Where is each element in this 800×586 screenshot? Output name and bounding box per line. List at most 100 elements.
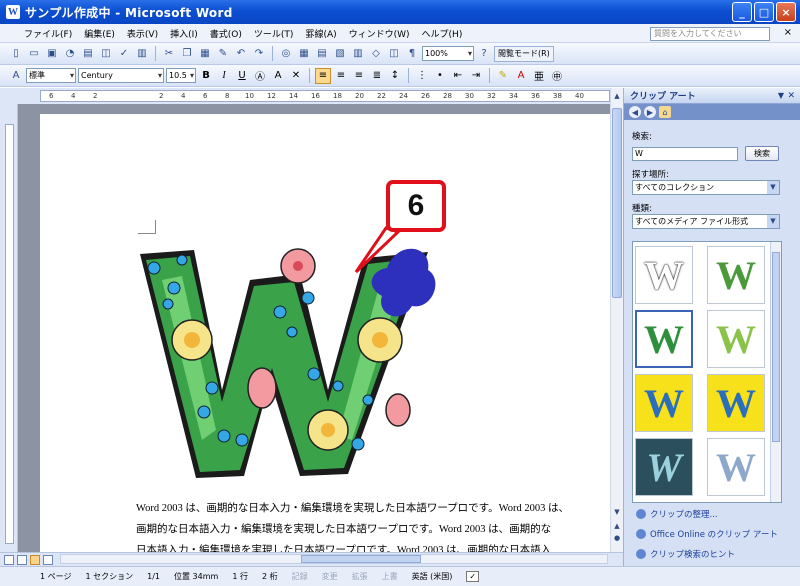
permission-icon[interactable]: ◔ — [62, 46, 78, 62]
numbering-icon[interactable]: ⋮ — [414, 68, 430, 84]
format-painter-icon[interactable]: ✎ — [215, 46, 231, 62]
clipart-result-yellow-w[interactable]: W — [635, 374, 693, 432]
clipart-search-input[interactable]: W — [632, 147, 738, 161]
char-shading-icon[interactable]: A — [270, 68, 286, 84]
close-button[interactable]: × — [776, 2, 796, 22]
word-app-icon[interactable]: W — [6, 5, 20, 19]
clipart-result-selected-w[interactable]: W — [635, 310, 693, 368]
previous-page-icon[interactable]: ▲ — [612, 522, 622, 532]
document-map-icon[interactable]: ◫ — [386, 46, 402, 62]
gallery-scrollbar[interactable] — [770, 242, 781, 502]
zoom-select[interactable]: 100% — [422, 46, 474, 61]
print-preview-icon[interactable]: ◫ — [98, 46, 114, 62]
copy-icon[interactable]: ❐ — [179, 46, 195, 62]
clipart-result-yellow-w-2[interactable]: W — [707, 374, 765, 432]
line-spacing-icon[interactable]: ↕ — [387, 68, 403, 84]
drawing-icon[interactable]: ◇ — [368, 46, 384, 62]
help-search-input[interactable]: 質問を入力してください — [650, 27, 770, 41]
menu-format[interactable]: 書式(O) — [204, 27, 248, 40]
status-ext[interactable]: 拡張 — [352, 571, 368, 582]
menu-help[interactable]: ヘルプ(H) — [416, 27, 469, 40]
h-scroll-thumb[interactable] — [301, 555, 421, 563]
outline-view-icon[interactable] — [43, 554, 53, 565]
show-hide-icon[interactable]: ¶ — [404, 46, 420, 62]
clipart-result-leafy-w[interactable]: W — [707, 310, 765, 368]
underline-button[interactable]: U — [234, 68, 250, 84]
scroll-up-icon[interactable]: ▲ — [612, 92, 622, 102]
hyperlink-icon[interactable]: ◎ — [278, 46, 294, 62]
clipart-result-floral-w[interactable]: W — [707, 246, 765, 304]
align-right-icon[interactable]: ≡ — [351, 68, 367, 84]
align-justify-icon[interactable]: ≡ — [315, 67, 331, 84]
font-size-select[interactable]: 10.5 — [166, 68, 196, 83]
browse-object-icon[interactable]: ● — [612, 534, 622, 544]
media-type-select[interactable]: すべてのメディア ファイル形式 ▼ — [632, 214, 780, 229]
menu-view[interactable]: 表示(V) — [121, 27, 164, 40]
maximize-button[interactable]: □ — [754, 2, 774, 22]
help-icon[interactable]: ? — [476, 46, 492, 62]
tables-borders-icon[interactable]: ▦ — [296, 46, 312, 62]
document-horizontal-scrollbar[interactable] — [60, 554, 608, 564]
char-scale-icon[interactable]: ✕ — [288, 68, 304, 84]
decrease-indent-icon[interactable]: ⇤ — [450, 68, 466, 84]
menu-file[interactable]: ファイル(F) — [18, 27, 78, 40]
excel-icon[interactable]: ▧ — [332, 46, 348, 62]
font-select[interactable]: Century — [78, 68, 164, 83]
menu-edit[interactable]: 編集(E) — [78, 27, 121, 40]
task-pane-menu-icon[interactable]: ▼ — [778, 91, 784, 100]
document-close-icon[interactable]: × — [784, 27, 792, 38]
status-rec[interactable]: 記録 — [292, 571, 308, 582]
clipart-result-teal-w[interactable]: W — [635, 438, 693, 496]
minimize-button[interactable]: _ — [732, 2, 752, 22]
save-icon[interactable]: ▣ — [44, 46, 60, 62]
print-icon[interactable]: ▤ — [80, 46, 96, 62]
chevron-down-icon[interactable]: ▼ — [767, 215, 779, 228]
document-body-text[interactable]: Word 2003 は、画期的な日本入力・編集環境を実現した日本語ワープロです。… — [136, 498, 610, 552]
document-page[interactable]: 6 Word 2003 は、画期的な日本入力・編集環境を実現した日本語ワープロで… — [40, 114, 610, 552]
status-trk[interactable]: 変更 — [322, 571, 338, 582]
spelling-status-icon[interactable]: ✓ — [466, 571, 480, 582]
style-select[interactable]: 標準 — [26, 68, 76, 83]
clip-search-tips-link[interactable]: クリップ検索のヒント — [636, 548, 735, 560]
menu-tools[interactable]: ツール(T) — [248, 27, 300, 40]
undo-icon[interactable]: ↶ — [233, 46, 249, 62]
gallery-scroll-thumb[interactable] — [772, 252, 780, 442]
font-color-icon[interactable]: A — [513, 68, 529, 84]
organize-clips-link[interactable]: クリップの整理... — [636, 508, 718, 520]
align-center-icon[interactable]: ≡ — [333, 68, 349, 84]
forward-icon[interactable]: ▶ — [644, 106, 656, 118]
print-layout-icon[interactable] — [30, 554, 40, 565]
location-select[interactable]: すべてのコレクション ▼ — [632, 180, 780, 195]
italic-button[interactable]: I — [216, 68, 232, 84]
back-icon[interactable]: ◀ — [629, 106, 641, 118]
bold-button[interactable]: B — [198, 68, 214, 84]
columns-icon[interactable]: ▥ — [350, 46, 366, 62]
bullets-icon[interactable]: • — [432, 68, 448, 84]
clipart-result-outline-w[interactable]: W — [635, 246, 693, 304]
chevron-down-icon[interactable]: ▼ — [767, 181, 779, 194]
clipart-search-button[interactable]: 検索 — [745, 146, 779, 161]
enclose-char-icon[interactable]: ㊥ — [549, 68, 565, 84]
task-pane-close-icon[interactable]: ✕ — [787, 91, 795, 101]
normal-view-icon[interactable] — [4, 554, 14, 565]
reading-mode-button[interactable]: 閲覧モード(R) — [494, 45, 554, 62]
open-icon[interactable]: ▭ — [26, 46, 42, 62]
status-ovr[interactable]: 上書 — [382, 571, 398, 582]
menu-window[interactable]: ウィンドウ(W) — [343, 27, 416, 40]
vertical-ruler[interactable] — [5, 124, 14, 544]
new-icon[interactable]: ▯ — [8, 46, 24, 62]
office-online-clipart-link[interactable]: Office Online のクリップ アート — [636, 528, 778, 540]
table-icon[interactable]: ▤ — [314, 46, 330, 62]
char-border-icon[interactable]: Ⓐ — [252, 68, 268, 84]
menu-table[interactable]: 罫線(A) — [299, 27, 342, 40]
web-layout-icon[interactable] — [17, 554, 27, 565]
menu-insert[interactable]: 挿入(I) — [164, 27, 204, 40]
paste-icon[interactable]: ▦ — [197, 46, 213, 62]
cut-icon[interactable]: ✂ — [161, 46, 177, 62]
scroll-down-icon[interactable]: ▼ — [612, 508, 622, 518]
research-icon[interactable]: ▥ — [134, 46, 150, 62]
redo-icon[interactable]: ↷ — [251, 46, 267, 62]
clipart-result-serif-w[interactable]: W — [707, 438, 765, 496]
home-icon[interactable]: ⌂ — [659, 106, 671, 118]
scroll-thumb[interactable] — [612, 108, 622, 298]
